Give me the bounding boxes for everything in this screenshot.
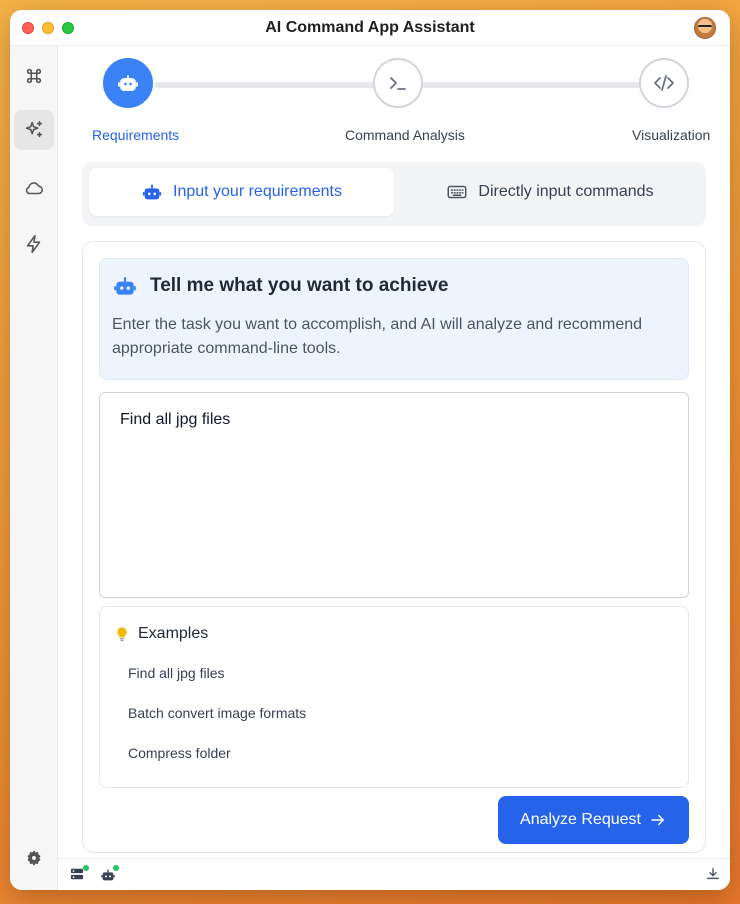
zoom-window-button[interactable] bbox=[62, 22, 74, 34]
server-icon bbox=[70, 868, 84, 880]
cloud-icon bbox=[25, 182, 44, 195]
analyze-request-button[interactable]: Analyze Request bbox=[498, 796, 689, 844]
close-window-button[interactable] bbox=[22, 22, 34, 34]
online-indicator bbox=[113, 865, 119, 871]
sidebar-item-commands[interactable] bbox=[14, 56, 54, 96]
settings-button[interactable] bbox=[14, 838, 54, 878]
analyze-request-label: Analyze Request bbox=[520, 811, 641, 828]
example-item[interactable]: Compress folder bbox=[128, 745, 231, 761]
requirements-card: Tell me what you want to achieve Enter t… bbox=[82, 241, 706, 853]
requirements-input[interactable] bbox=[99, 392, 689, 598]
avatar[interactable] bbox=[694, 17, 716, 39]
robot-icon bbox=[114, 277, 136, 295]
window-title: AI Command App Assistant bbox=[265, 18, 475, 36]
progress-stepper: Requirements Command Analysis Visualizat… bbox=[66, 54, 710, 144]
tab-direct-commands[interactable]: Directly input commands bbox=[400, 168, 700, 216]
tab-input-requirements[interactable]: Input your requirements bbox=[89, 168, 394, 216]
sidebar-item-automation[interactable] bbox=[14, 224, 54, 264]
step-command-analysis[interactable] bbox=[373, 58, 423, 108]
example-item[interactable]: Find all jpg files bbox=[128, 665, 225, 681]
arrow-right-icon bbox=[651, 814, 664, 826]
robot-icon bbox=[142, 184, 162, 200]
download-icon bbox=[707, 868, 719, 880]
sparkles-icon bbox=[25, 120, 43, 138]
sidebar-item-ai-assistant[interactable] bbox=[14, 110, 54, 150]
sidebar-item-cloud[interactable] bbox=[14, 168, 54, 208]
main-panel: Requirements Command Analysis Visualizat… bbox=[66, 54, 710, 853]
step-connector bbox=[420, 82, 652, 88]
status-bar bbox=[58, 858, 730, 890]
step-label-visualization: Visualization bbox=[632, 127, 711, 143]
app-window: AI Command App Assistant Requirements Co… bbox=[10, 10, 730, 890]
tab-input-requirements-label: Input your requirements bbox=[173, 183, 342, 200]
examples-panel: Examples Find all jpg files Batch conver… bbox=[99, 606, 689, 788]
lightbulb-icon bbox=[117, 627, 127, 642]
tab-direct-commands-label: Directly input commands bbox=[478, 183, 654, 200]
online-indicator bbox=[83, 865, 89, 871]
step-label-requirements: Requirements bbox=[92, 127, 180, 143]
hint-title: Tell me what you want to achieve bbox=[150, 275, 449, 296]
ai-status[interactable] bbox=[100, 865, 119, 883]
step-requirements[interactable] bbox=[103, 58, 153, 108]
download-button[interactable] bbox=[706, 867, 722, 883]
example-item[interactable]: Batch convert image formats bbox=[128, 705, 306, 721]
sidebar bbox=[10, 46, 58, 890]
hint-box: Tell me what you want to achieve Enter t… bbox=[99, 258, 689, 380]
hint-text: Enter the task you want to accomplish, a… bbox=[112, 316, 643, 357]
terminal-icon bbox=[390, 77, 406, 90]
minimize-window-button[interactable] bbox=[42, 22, 54, 34]
examples-title: Examples bbox=[138, 625, 209, 642]
window-controls bbox=[22, 22, 74, 34]
server-status[interactable] bbox=[70, 865, 89, 883]
step-label-command-analysis: Command Analysis bbox=[345, 127, 465, 143]
code-icon bbox=[654, 75, 674, 91]
robot-icon bbox=[118, 75, 138, 91]
title-bar: AI Command App Assistant bbox=[10, 10, 730, 46]
step-connector bbox=[154, 82, 386, 88]
gear-icon bbox=[27, 850, 41, 866]
command-icon bbox=[26, 68, 42, 84]
input-mode-tabs: Input your requirements Directly input c… bbox=[82, 162, 706, 226]
keyboard-icon bbox=[447, 185, 467, 199]
lightning-icon bbox=[26, 234, 41, 254]
step-visualization[interactable] bbox=[639, 58, 689, 108]
